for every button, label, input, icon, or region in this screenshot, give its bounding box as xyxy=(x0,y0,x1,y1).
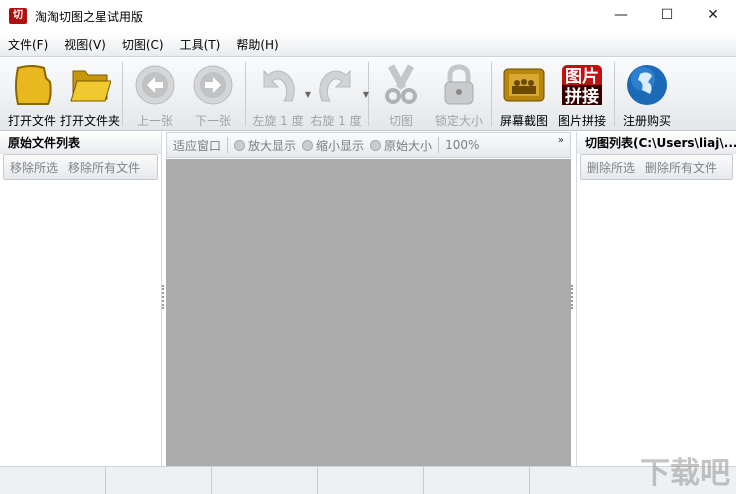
rotate-right-button[interactable]: 右旋 1 度 ▼ xyxy=(307,58,369,130)
menu-view[interactable]: 视图(V) xyxy=(56,36,114,53)
rotate-left-button[interactable]: 左旋 1 度 ▼ xyxy=(249,58,311,130)
preview-area: 适应窗口 放大显示 缩小显示 原始大小 100% » xyxy=(166,132,571,466)
close-button[interactable]: ✕ xyxy=(690,0,736,30)
cut-list-panel: 切图列表(C:\Users\liaj\... 删除所选 删除所有文件 xyxy=(576,132,736,466)
left-splitter[interactable] xyxy=(162,285,164,309)
source-file-panel: 原始文件列表 移除所选 移除所有文件 xyxy=(0,132,162,466)
original-size-button[interactable]: 原始大小 xyxy=(370,137,432,154)
fit-window-button[interactable]: 适应窗口 xyxy=(173,137,221,154)
open-folder-icon xyxy=(69,64,111,106)
menu-cut[interactable]: 切图(C) xyxy=(114,36,172,53)
menu-bar: 文件(F) 视图(V) 切图(C) 工具(T) 帮助(H) xyxy=(0,32,736,57)
globe-icon xyxy=(626,64,668,106)
menu-file[interactable]: 文件(F) xyxy=(0,36,56,53)
menu-tools[interactable]: 工具(T) xyxy=(172,36,229,53)
register-buy-button[interactable]: 注册购买 xyxy=(618,58,676,130)
toolbar-separator xyxy=(614,62,615,126)
remove-selected-button[interactable]: 移除所选 xyxy=(10,159,58,176)
status-bar xyxy=(0,466,736,494)
toolbar-separator xyxy=(245,62,246,126)
cut-list-panel-title: 切图列表(C:\Users\liaj\... xyxy=(577,132,736,154)
open-file-button[interactable]: 打开文件 xyxy=(3,58,61,130)
screenshot-icon xyxy=(503,64,545,106)
zoom-out-button[interactable]: 缩小显示 xyxy=(302,137,364,154)
zoom-in-button[interactable]: 放大显示 xyxy=(234,137,296,154)
zoom-level: 100% xyxy=(445,138,480,152)
next-icon xyxy=(192,64,234,106)
scissors-icon xyxy=(380,64,422,106)
image-join-button[interactable]: 图片 拼接 图片拼接 xyxy=(553,58,611,130)
screenshot-button[interactable]: 屏幕截图 xyxy=(495,58,553,130)
zoom-in-icon xyxy=(234,139,246,151)
image-canvas[interactable] xyxy=(166,159,571,466)
menu-help[interactable]: 帮助(H) xyxy=(228,36,286,53)
zoom-out-icon xyxy=(302,139,314,151)
delete-all-files-button[interactable]: 删除所有文件 xyxy=(645,159,717,176)
next-button[interactable]: 下一张 xyxy=(184,58,242,130)
cut-button[interactable]: 切图 xyxy=(372,58,430,130)
previous-icon xyxy=(134,64,176,106)
view-toolbar: 适应窗口 放大显示 缩小显示 原始大小 100% » xyxy=(166,132,571,158)
rotate-left-icon xyxy=(257,64,299,106)
source-file-panel-title: 原始文件列表 xyxy=(0,132,161,154)
lock-icon xyxy=(438,64,480,106)
minimize-button[interactable]: — xyxy=(598,0,644,30)
more-chevron-icon[interactable]: » xyxy=(558,135,564,146)
watermark: 下载吧 xyxy=(640,456,730,491)
window-title: 淘淘切图之星试用版 xyxy=(35,9,144,24)
right-splitter[interactable] xyxy=(571,285,573,309)
svg-text:图片: 图片 xyxy=(565,66,599,87)
title-bar: 切 淘淘切图之星试用版 — ☐ ✕ xyxy=(0,0,736,32)
image-join-icon: 图片 拼接 xyxy=(561,64,603,106)
svg-text:拼接: 拼接 xyxy=(565,86,599,106)
rotate-right-icon xyxy=(315,64,357,106)
previous-button[interactable]: 上一张 xyxy=(126,58,184,130)
toolbar: 打开文件 打开文件夹 上一张 下一张 左旋 1 度 ▼ 右旋 1 度 ▼ 切图 锁定… xyxy=(0,58,736,131)
app-logo: 切 xyxy=(9,8,27,24)
maximize-button[interactable]: ☐ xyxy=(644,0,690,30)
magnifier-icon xyxy=(370,139,382,151)
toolbar-separator xyxy=(122,62,123,126)
toolbar-separator xyxy=(491,62,492,126)
remove-all-files-button[interactable]: 移除所有文件 xyxy=(68,159,140,176)
delete-selected-button[interactable]: 删除所选 xyxy=(587,159,635,176)
dropdown-arrow-icon[interactable]: ▼ xyxy=(363,90,369,99)
lock-size-button[interactable]: 锁定大小 xyxy=(430,58,488,130)
open-file-icon xyxy=(11,64,53,106)
open-folder-button[interactable]: 打开文件夹 xyxy=(60,58,120,130)
